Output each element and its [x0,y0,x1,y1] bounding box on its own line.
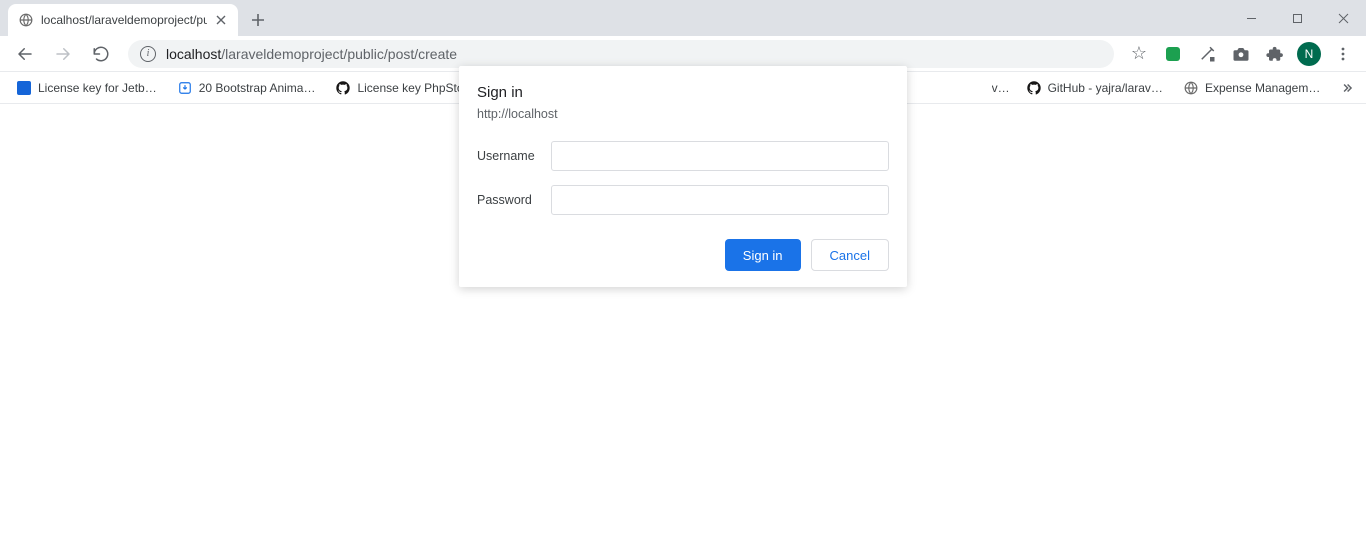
close-icon[interactable] [214,13,228,27]
window-controls [1228,0,1366,36]
bookmark-star-icon[interactable]: ☆ [1124,40,1154,68]
extension-green-icon[interactable] [1158,40,1188,68]
bookmark-label: v… [992,81,1010,95]
password-input[interactable] [551,185,889,215]
signin-button[interactable]: Sign in [725,239,801,271]
page-content: Sign in http://localhost Username Passwo… [0,104,1366,537]
bookmark-label: License key for Jetb… [38,81,157,95]
dialog-title: Sign in [477,84,889,101]
username-input[interactable] [551,141,889,171]
bookmark-item[interactable]: License key for Jetb… [8,75,165,101]
tab-strip: localhost/laraveldemoproject/pu [0,0,1366,36]
globe-icon [1183,80,1199,96]
square-icon [16,80,32,96]
bookmarks-overflow-button[interactable] [1336,75,1358,101]
forward-button[interactable] [46,40,80,68]
menu-button[interactable] [1328,40,1358,68]
close-window-button[interactable] [1320,3,1366,33]
bookmark-item[interactable]: Expense Managem… [1175,75,1328,101]
bookmark-item[interactable]: v… [988,75,1014,101]
url-text: localhost/laraveldemoproject/public/post… [166,46,457,62]
bookmark-item[interactable]: 20 Bootstrap Anima… [169,75,324,101]
reload-button[interactable] [84,40,118,68]
maximize-button[interactable] [1274,3,1320,33]
username-row: Username [477,141,889,171]
cancel-button[interactable]: Cancel [811,239,889,271]
auth-dialog: Sign in http://localhost Username Passwo… [459,66,907,287]
tab-active[interactable]: localhost/laraveldemoproject/pu [8,4,238,36]
github-icon [1026,80,1042,96]
github-icon [335,80,351,96]
globe-icon [18,12,34,28]
password-row: Password [477,185,889,215]
address-bar[interactable]: i localhost/laraveldemoproject/public/po… [128,40,1114,68]
new-tab-button[interactable] [244,6,272,34]
password-label: Password [477,193,551,207]
tab-title: localhost/laraveldemoproject/pu [41,13,207,27]
bookmark-item[interactable]: GitHub - yajra/larav… [1018,75,1171,101]
extension-camera-icon[interactable] [1226,40,1256,68]
back-button[interactable] [8,40,42,68]
download-icon [177,80,193,96]
bookmark-label: GitHub - yajra/larav… [1048,81,1163,95]
bookmark-label: 20 Bootstrap Anima… [199,81,316,95]
extension-wand-icon[interactable] [1192,40,1222,68]
profile-avatar[interactable]: N [1294,40,1324,68]
dialog-origin: http://localhost [477,107,889,121]
site-info-icon[interactable]: i [140,46,156,62]
extensions-puzzle-icon[interactable] [1260,40,1290,68]
username-label: Username [477,149,551,163]
minimize-button[interactable] [1228,3,1274,33]
dialog-actions: Sign in Cancel [477,239,889,271]
bookmark-label: Expense Managem… [1205,81,1320,95]
